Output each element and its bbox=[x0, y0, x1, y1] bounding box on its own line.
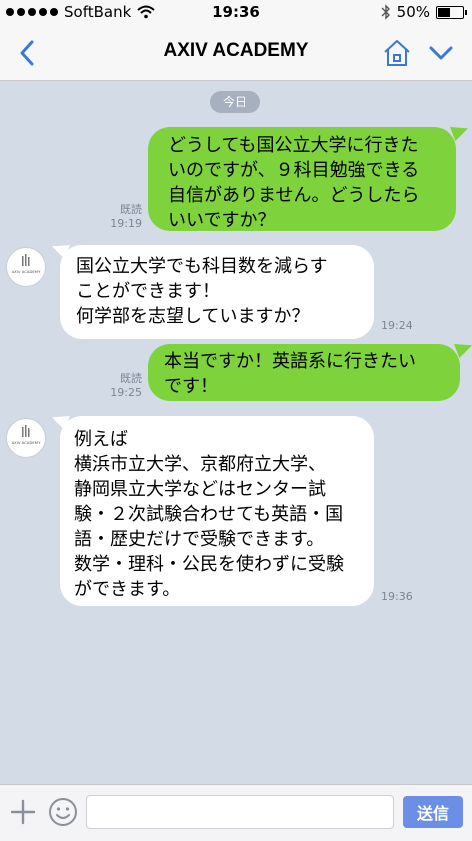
battery-percent: 50% bbox=[396, 3, 430, 21]
battery-icon bbox=[436, 5, 467, 19]
message-time: 19:36 bbox=[381, 590, 413, 603]
emoji-icon[interactable] bbox=[48, 797, 78, 827]
status-bar: SoftBank 19:36 50% bbox=[0, 0, 472, 26]
message-time: 19:24 bbox=[381, 319, 413, 332]
avatar[interactable]: AXIV ACADEMY bbox=[6, 418, 46, 458]
svg-text:AXIV ACADEMY: AXIV ACADEMY bbox=[12, 269, 42, 274]
academy-logo: AXIV ACADEMY bbox=[12, 425, 42, 445]
message-time: 19:25 bbox=[110, 386, 142, 399]
date-separator: 今日 bbox=[210, 91, 260, 113]
message-bubble-incoming[interactable]: 例えば 横浜市立大学、京都府立大学、 静岡県立大学などはセンター試 験・２次試験… bbox=[60, 416, 374, 606]
battery-area: 50% bbox=[381, 3, 467, 21]
send-button[interactable]: 送信 bbox=[403, 796, 463, 828]
read-receipt: 既読 bbox=[120, 372, 142, 385]
svg-text:AXIV ACADEMY: AXIV ACADEMY bbox=[12, 440, 42, 445]
read-receipt: 既読 bbox=[120, 203, 142, 216]
message-input-bar: 送信 bbox=[0, 784, 472, 841]
chevron-down-icon[interactable] bbox=[426, 38, 456, 68]
message-input[interactable] bbox=[86, 795, 394, 829]
chat-area[interactable]: 今日 どうしても国公立大学に行きた いのですが、９科目勉強できる 自信がありませ… bbox=[0, 81, 472, 784]
plus-icon[interactable] bbox=[10, 799, 36, 825]
bluetooth-icon bbox=[381, 4, 390, 20]
avatar[interactable]: AXIV ACADEMY bbox=[6, 247, 46, 287]
academy-logo: AXIV ACADEMY bbox=[12, 254, 42, 274]
message-time: 19:19 bbox=[110, 217, 142, 230]
message-bubble-outgoing[interactable]: どうしても国公立大学に行きた いのですが、９科目勉強できる 自信がありません。ど… bbox=[148, 127, 456, 231]
message-bubble-outgoing[interactable]: 本当ですか！英語系に行きたい です！ bbox=[148, 344, 460, 401]
chat-header: AXIV ACADEMY bbox=[0, 26, 472, 81]
home-icon[interactable] bbox=[382, 38, 412, 68]
message-bubble-incoming[interactable]: 国公立大学でも科目数を減らす ことができます！ 何学部を志望していますか？ bbox=[60, 245, 374, 339]
